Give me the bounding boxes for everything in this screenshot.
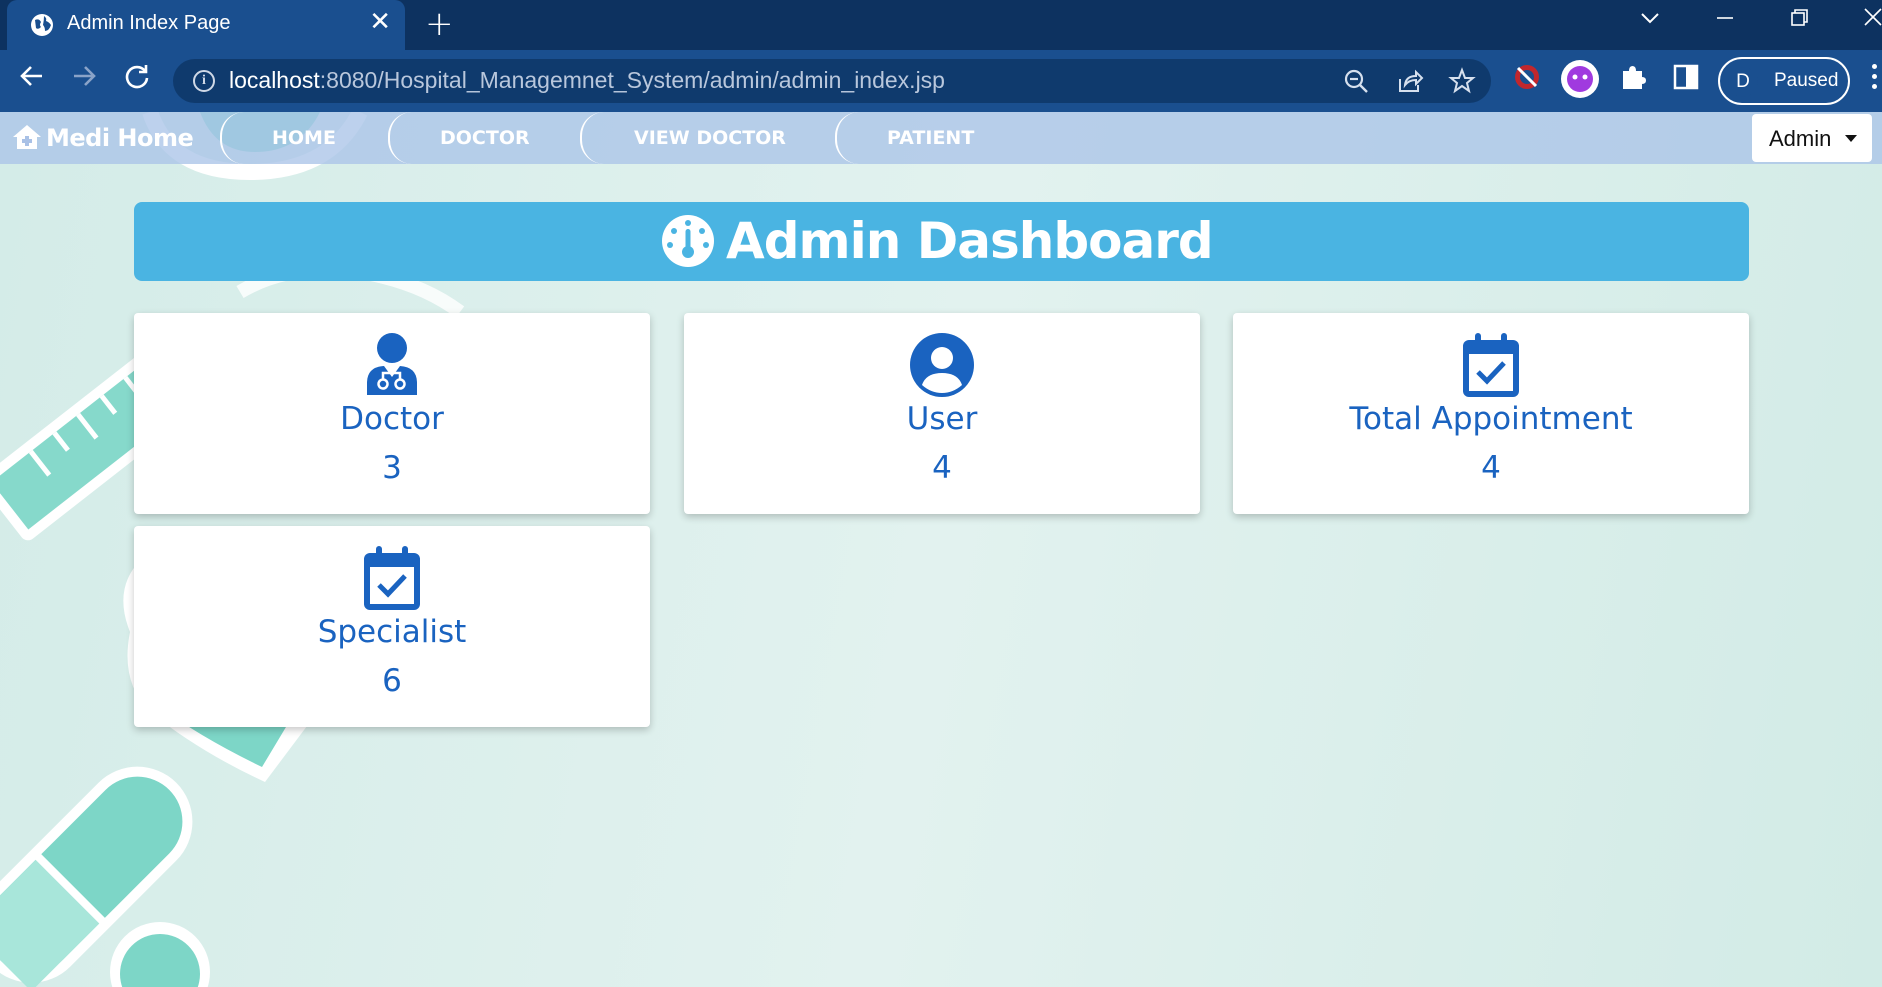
globe-icon xyxy=(31,14,53,36)
admin-dropdown-button[interactable]: Admin xyxy=(1752,114,1872,162)
page-content: Medi Home HOME DOCTOR VIEW DOCTOR PATIEN… xyxy=(0,112,1882,987)
profile-status: Paused xyxy=(1774,70,1839,91)
card-value: 4 xyxy=(932,450,952,486)
site-info-icon[interactable]: i xyxy=(193,70,215,92)
extension-avatar-icon[interactable] xyxy=(1560,59,1600,103)
extension-blocker-icon[interactable] xyxy=(1512,62,1542,96)
close-window-icon[interactable] xyxy=(1864,8,1882,34)
nav-view-doctor-label: VIEW DOCTOR xyxy=(634,127,786,149)
tab-search-icon[interactable] xyxy=(1640,6,1660,31)
tab-title: Admin Index Page xyxy=(67,12,231,34)
minimize-icon[interactable] xyxy=(1715,0,1735,46)
clinic-home-icon xyxy=(13,125,41,149)
specialist-count-card[interactable]: Specialist 6 xyxy=(134,526,650,727)
doctor-count-card[interactable]: Doctor 3 xyxy=(134,313,650,514)
card-value: 6 xyxy=(382,663,402,699)
app-navbar: Medi Home HOME DOCTOR VIEW DOCTOR PATIEN… xyxy=(0,112,1882,164)
nav-home-label: HOME xyxy=(272,127,336,149)
back-icon[interactable] xyxy=(18,62,46,98)
side-panel-icon[interactable] xyxy=(1672,62,1700,96)
user-count-card[interactable]: User 4 xyxy=(684,313,1200,514)
forward-icon[interactable] xyxy=(70,62,98,98)
card-value: 4 xyxy=(1481,450,1501,486)
nav-view-doctor[interactable]: VIEW DOCTOR xyxy=(580,112,835,164)
user-circle-icon xyxy=(910,333,974,397)
nav-home[interactable]: HOME xyxy=(220,112,388,164)
close-tab-icon[interactable]: ✕ xyxy=(369,7,391,37)
dashboard-gauge-icon xyxy=(662,215,714,267)
browser-toolbar: i localhost:8080/Hospital_Managemnet_Sys… xyxy=(0,50,1882,112)
reload-icon[interactable] xyxy=(123,62,151,98)
extensions-puzzle-icon[interactable] xyxy=(1618,62,1648,96)
share-icon[interactable] xyxy=(1396,67,1424,99)
profile-button[interactable]: D Paused xyxy=(1718,57,1850,105)
nav-patient[interactable]: PATIENT xyxy=(835,112,1015,164)
address-bar[interactable]: i localhost:8080/Hospital_Managemnet_Sys… xyxy=(173,59,1491,103)
card-value: 3 xyxy=(382,450,402,486)
new-tab-icon[interactable]: + xyxy=(425,4,454,44)
calendar-check-icon xyxy=(364,546,420,610)
admin-dropdown-label: Admin xyxy=(1769,126,1832,151)
restore-icon[interactable] xyxy=(1790,8,1810,34)
card-label: Total Appointment xyxy=(1349,401,1633,437)
nav-doctor-label: DOCTOR xyxy=(440,127,530,149)
browser-menu-icon[interactable] xyxy=(1872,64,1882,94)
nav-doctor[interactable]: DOCTOR xyxy=(388,112,580,164)
zoom-icon[interactable] xyxy=(1343,67,1369,99)
profile-avatar: D xyxy=(1728,67,1758,97)
brand-logo[interactable]: Medi Home xyxy=(46,124,194,152)
nav-patient-label: PATIENT xyxy=(887,127,975,149)
appointment-count-card[interactable]: Total Appointment 4 xyxy=(1233,313,1749,514)
caret-down-icon xyxy=(1845,135,1857,142)
page-title: Admin Dashboard xyxy=(726,212,1214,270)
browser-tab[interactable]: Admin Index Page ✕ xyxy=(7,0,405,50)
calendar-check-icon xyxy=(1463,333,1519,397)
dashboard-banner: Admin Dashboard xyxy=(134,202,1749,281)
card-label: Doctor xyxy=(340,401,444,437)
card-label: Specialist xyxy=(317,614,467,650)
url-text[interactable]: localhost:8080/Hospital_Managemnet_Syste… xyxy=(229,67,945,94)
card-label: User xyxy=(906,401,978,437)
doctor-icon xyxy=(367,333,417,395)
bookmark-star-icon[interactable] xyxy=(1448,67,1476,99)
browser-tab-strip: Admin Index Page ✕ + xyxy=(0,0,1882,50)
